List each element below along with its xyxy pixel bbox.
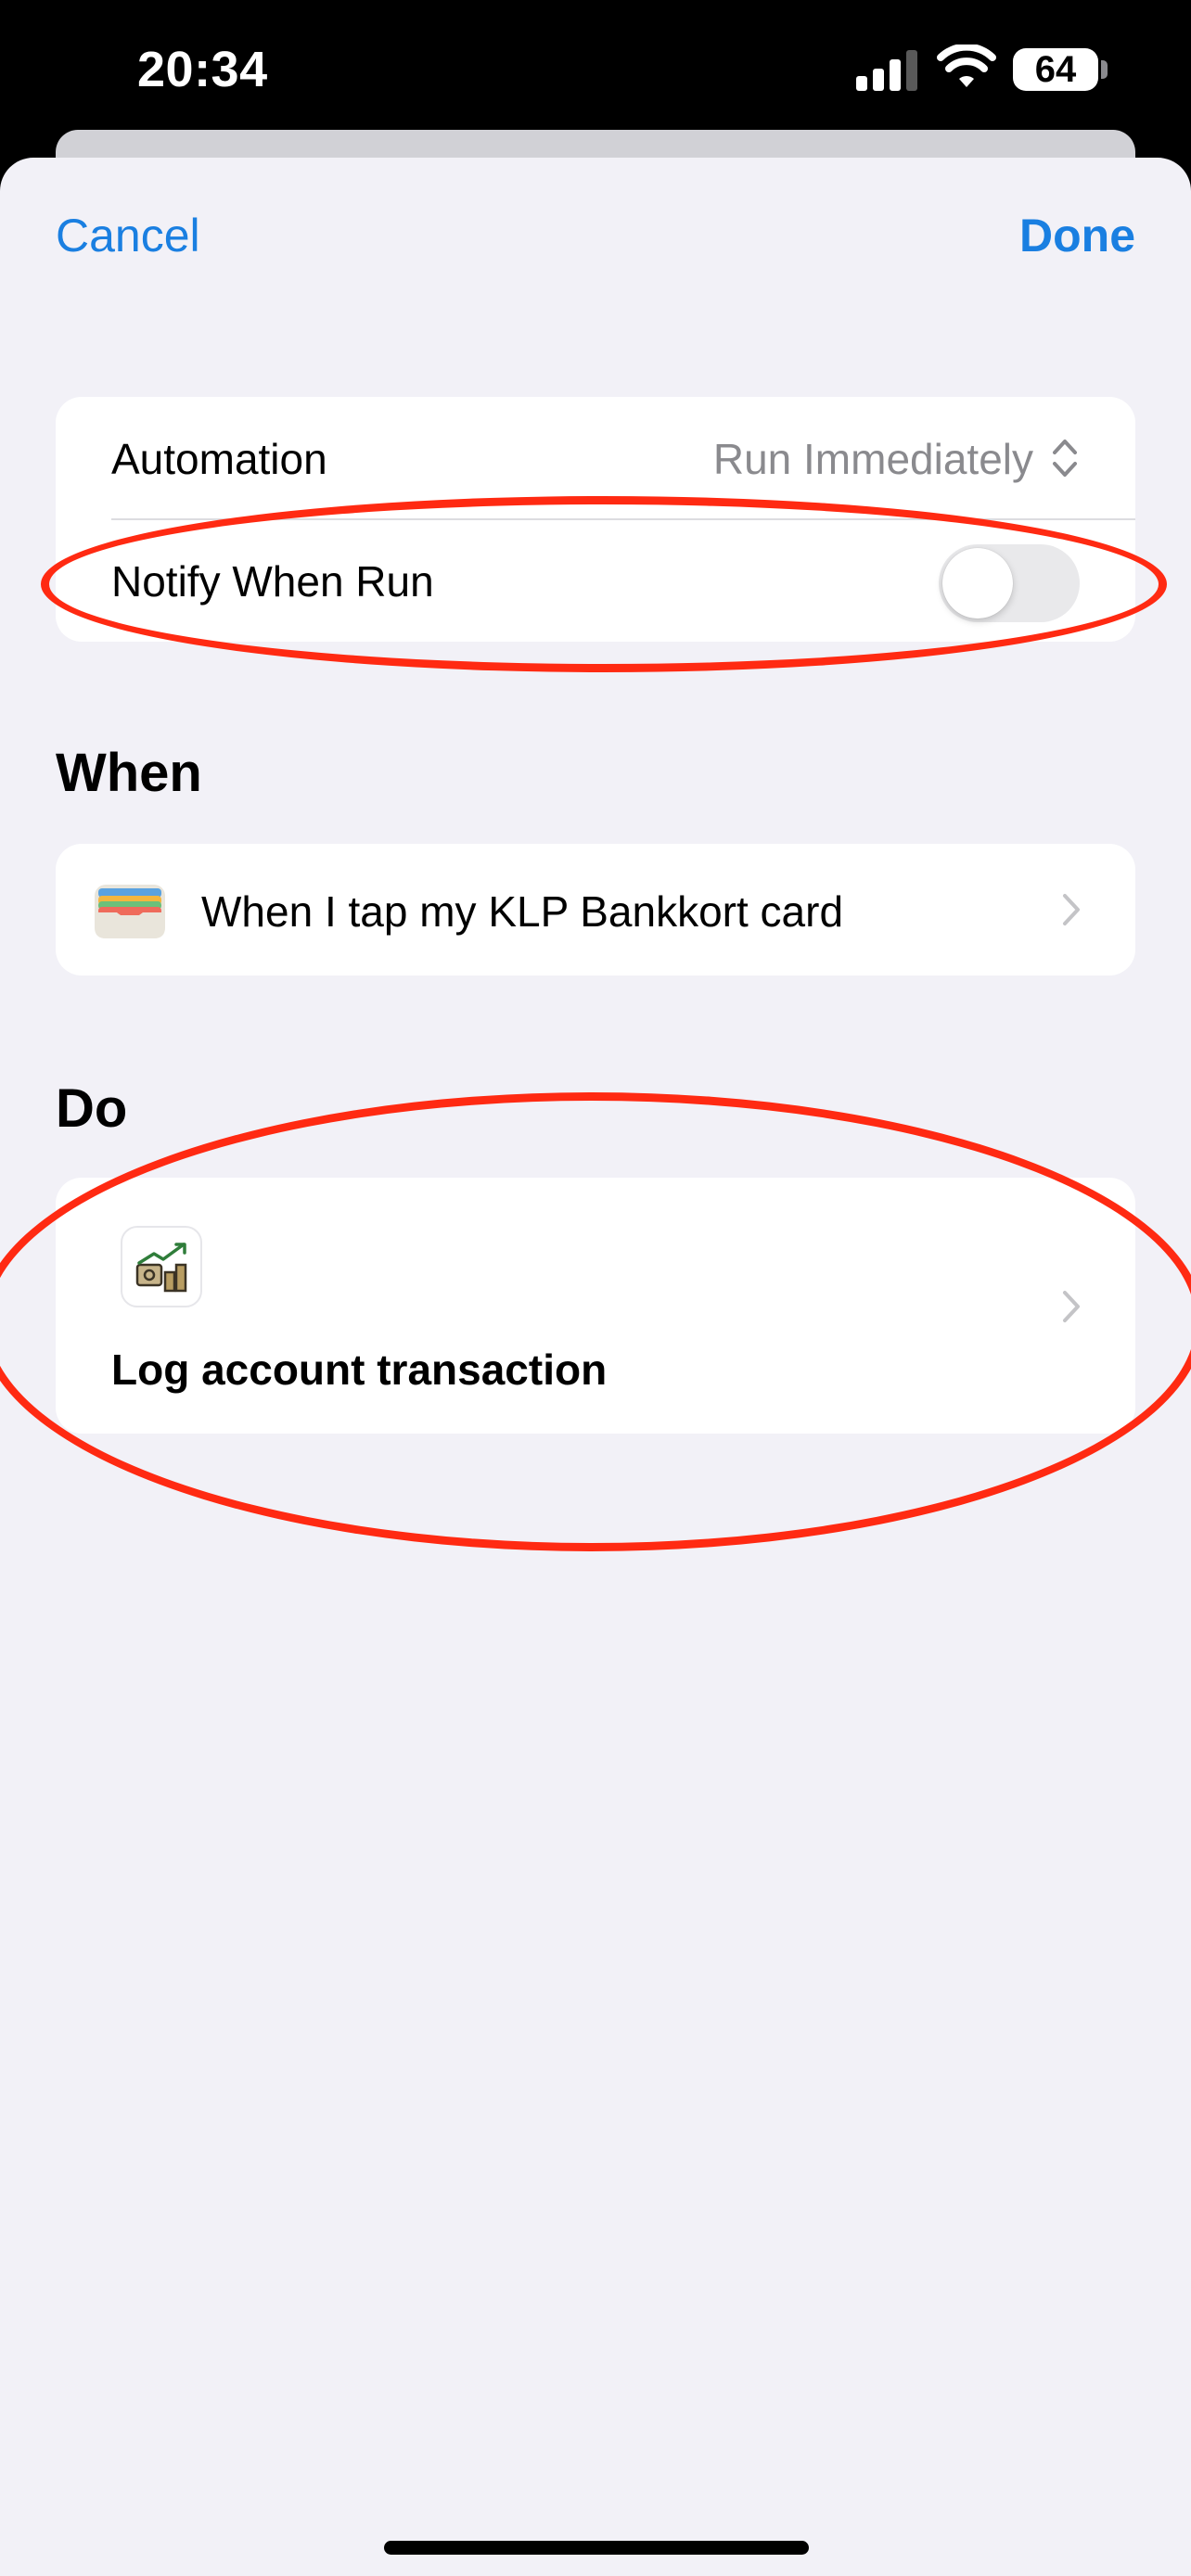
when-trigger-text: When I tap my KLP Bankkort card (201, 887, 844, 936)
notify-label: Notify When Run (111, 557, 434, 606)
wifi-icon (937, 45, 996, 87)
finance-chart-icon (121, 1226, 202, 1307)
cancel-button[interactable]: Cancel (56, 209, 200, 262)
when-section-title: When (56, 743, 202, 803)
automation-value[interactable]: Run Immediately (713, 434, 1033, 484)
do-section-title: Do (56, 1078, 128, 1139)
do-action-row[interactable]: Log account transaction (56, 1178, 1135, 1434)
notify-toggle[interactable] (939, 544, 1080, 622)
notify-row: Notify When Run (56, 519, 1135, 642)
status-bar: 20:34 64 (0, 0, 1191, 139)
status-time: 20:34 (137, 42, 268, 97)
battery-nub (1101, 60, 1108, 79)
wallet-icon (95, 885, 165, 938)
automation-label: Automation (111, 435, 327, 483)
chevron-right-icon (1063, 1291, 1080, 1322)
chevron-right-icon (1063, 894, 1080, 925)
done-button[interactable]: Done (1019, 209, 1135, 262)
cellular-signal-icon (856, 48, 919, 91)
battery-icon: 64 (1013, 48, 1098, 91)
toggle-knob (942, 548, 1013, 618)
when-trigger-row[interactable]: When I tap my KLP Bankkort card (56, 844, 1135, 976)
automation-row[interactable]: Automation Run Immediately (56, 397, 1135, 520)
do-action-title: Log account transaction (111, 1345, 608, 1394)
settings-card: Automation Run Immediately Notify When R… (56, 397, 1135, 642)
chevron-up-down-icon (1053, 440, 1077, 477)
home-indicator[interactable] (384, 2541, 809, 2555)
